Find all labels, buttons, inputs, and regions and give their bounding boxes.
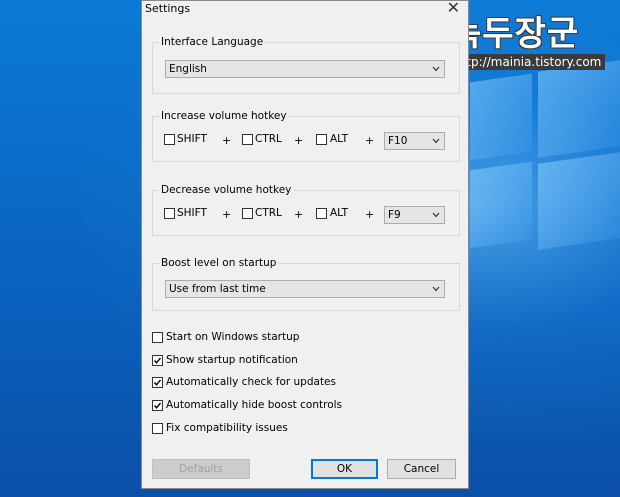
increase-ctrl-label: CTRL [255,133,282,145]
decrease-hotkey-label: Decrease volume hotkey [159,184,294,196]
decrease-key-select[interactable]: F9 [384,206,445,224]
increase-ctrl-checkbox[interactable] [242,134,253,145]
show-notification-checkbox[interactable] [152,355,163,366]
increase-shift-checkbox[interactable] [164,134,175,145]
fix-compat-label: Fix compatibility issues [166,422,288,434]
increase-hotkey-group: Increase volume hotkey SHIFT + CTRL + AL… [152,110,460,162]
watermark-title: 녹두장군 [450,14,580,54]
boost-group-label: Boost level on startup [159,257,279,269]
chevron-down-icon [432,211,440,219]
plus-separator: + [294,208,304,221]
settings-dialog: Settings ✕ Interface Language English In… [141,0,469,489]
decrease-ctrl-label: CTRL [255,207,282,219]
boost-select[interactable]: Use from last time [165,280,445,298]
increase-hotkey-label: Increase volume hotkey [159,110,289,122]
decrease-shift-checkbox[interactable] [164,208,175,219]
watermark: 녹두장군 http://mainia.tistory.com [446,4,620,76]
check-updates-checkbox[interactable] [152,377,163,388]
language-group: Interface Language English [152,36,460,94]
cancel-button[interactable]: Cancel [387,459,456,479]
increase-key-value: F10 [388,135,408,147]
increase-alt-checkbox[interactable] [316,134,327,145]
boost-selected-value: Use from last time [169,283,266,295]
checkmark-icon [153,379,162,386]
language-group-label: Interface Language [159,36,266,48]
increase-key-select[interactable]: F10 [384,132,445,150]
fix-compat-checkbox[interactable] [152,423,163,434]
show-notification-label: Show startup notification [166,354,298,366]
decrease-key-value: F9 [388,209,401,221]
plus-separator: + [222,134,232,147]
decrease-shift-label: SHIFT [177,207,207,219]
checkmark-icon [153,402,162,409]
hide-boost-checkbox[interactable] [152,400,163,411]
windows-logo [470,60,620,308]
watermark-url: http://mainia.tistory.com [450,54,606,70]
plus-separator: + [294,134,304,147]
window-title: Settings [145,2,191,15]
decrease-alt-label: ALT [330,207,349,219]
hide-boost-label: Automatically hide boost controls [166,399,343,411]
boost-group: Boost level on startup Use from last tim… [152,257,460,311]
decrease-alt-checkbox[interactable] [316,208,327,219]
start-on-startup-label: Start on Windows startup [166,331,300,343]
language-selected-value: English [169,63,207,75]
plus-separator: + [365,134,375,147]
plus-separator: + [365,208,375,221]
title-bar: Settings ✕ [142,0,468,19]
checkmark-icon [153,357,162,364]
start-on-startup-checkbox[interactable] [152,332,163,343]
chevron-down-icon [432,137,440,145]
defaults-button[interactable]: Defaults [152,459,250,479]
decrease-ctrl-checkbox[interactable] [242,208,253,219]
plus-separator: + [222,208,232,221]
increase-alt-label: ALT [330,133,349,145]
chevron-down-icon [432,285,440,293]
language-select[interactable]: English [165,60,445,78]
chevron-down-icon [432,65,440,73]
decrease-hotkey-group: Decrease volume hotkey SHIFT + CTRL + AL… [152,184,460,236]
close-icon[interactable]: ✕ [447,0,460,17]
ok-button[interactable]: OK [311,459,378,479]
check-updates-label: Automatically check for updates [166,376,336,388]
increase-shift-label: SHIFT [177,133,207,145]
